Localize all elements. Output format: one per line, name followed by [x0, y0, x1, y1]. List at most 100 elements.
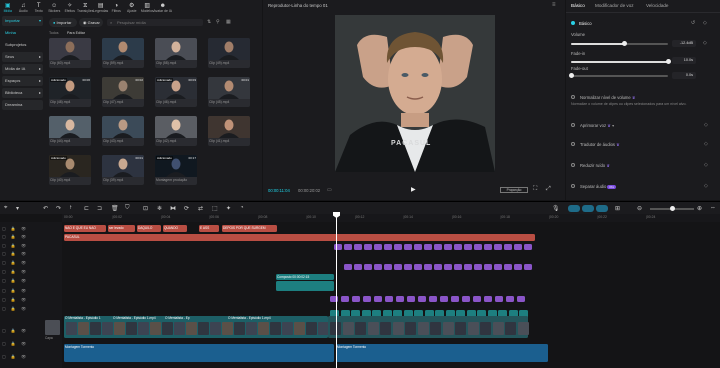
enhance-voice-checkbox[interactable] — [571, 123, 575, 127]
effect-clip[interactable] — [352, 296, 360, 302]
media-tile[interactable]: Adicionado Clip (40).mp4 — [49, 155, 91, 185]
toolbar-captions-button[interactable]: ▤ Legendas — [93, 0, 109, 15]
main-track-magnet-toggle[interactable] — [568, 205, 580, 212]
effect-clip[interactable] — [474, 244, 482, 250]
effect-clip[interactable] — [451, 296, 459, 302]
noise-reduce-checkbox[interactable] — [571, 163, 575, 167]
track-header-controls[interactable]: ▢ 🔒 👁 — [2, 278, 28, 283]
mic-icon[interactable]: 🎙 — [552, 205, 560, 212]
fadeout-slider[interactable] — [568, 73, 668, 78]
play-icon[interactable]: ▶ — [411, 186, 416, 193]
preview-axis-icon[interactable]: ⊞ — [615, 205, 620, 212]
effect-clip[interactable] — [341, 296, 349, 302]
media-tile[interactable]: Adicionado 00:17 Montagem produção — [155, 155, 197, 185]
toolbar-transitions-button[interactable]: ⧖ Transições — [77, 0, 93, 15]
effect-clip[interactable] — [434, 244, 442, 250]
toolbar-audio-button[interactable]: ♫ Áudio — [16, 0, 32, 15]
effect-clip[interactable] — [454, 264, 462, 270]
shield-icon[interactable]: ⛉ — [125, 205, 130, 212]
fadeout-slider-knob[interactable] — [568, 73, 574, 78]
resize-icon[interactable]: ⬚ — [212, 205, 218, 212]
fadein-slider[interactable] — [571, 59, 671, 64]
delete-icon[interactable]: 🗑 — [111, 205, 119, 212]
media-tile[interactable]: Clip (44).mp4 — [49, 116, 91, 146]
video-clip-label[interactable]: O Mentalista - Ep — [164, 316, 212, 321]
mirror-icon[interactable]: ⧓ — [170, 205, 176, 212]
track-header-controls[interactable]: ▢ 🔒 👁 — [2, 251, 28, 256]
separate-keyframe-icon[interactable]: ◇ — [704, 183, 708, 189]
effect-clip[interactable] — [444, 244, 452, 250]
toolbar-effects-button[interactable]: ✧ Efeitos — [62, 0, 78, 15]
effect-clip[interactable] — [495, 296, 503, 302]
track-header-controls[interactable]: ▢ 🔒 👁 — [2, 328, 28, 333]
zoom-slider[interactable] — [650, 206, 694, 211]
timeline-tracks[interactable]: NAO E QUE EU NAO ser levado DAQUILO QUANDO E… — [62, 222, 720, 368]
effect-clip[interactable] — [484, 296, 492, 302]
effect-clip[interactable] — [462, 296, 470, 302]
subtab-all[interactable]: Todos — [49, 31, 59, 35]
effect-clip[interactable] — [524, 264, 532, 270]
tool-dropdown-icon[interactable]: ▾ — [16, 205, 19, 212]
filter-icon[interactable]: ⚲ — [216, 19, 220, 25]
caption-clip[interactable]: E ASS — [199, 225, 219, 232]
effect-clip[interactable] — [404, 244, 412, 250]
effect-clip[interactable] — [429, 296, 437, 302]
effect-clip[interactable] — [514, 244, 522, 250]
video-clip-label[interactable]: O Mentalista - Episódio 1.mp4 — [227, 316, 327, 321]
effect-clip[interactable] — [444, 264, 452, 270]
video-clip-label[interactable]: O Mentalista - Episódio 1.mp4 — [112, 316, 160, 321]
video-clip-label[interactable]: O Mentalista - Episódio 1 — [64, 316, 112, 321]
keyframe-icon[interactable]: ◇ — [703, 20, 707, 26]
track-header-controls[interactable]: ▢ 🔒 👁 — [2, 288, 28, 293]
import-button[interactable]: ● Importar — [49, 18, 77, 27]
effect-clip[interactable] — [396, 296, 404, 302]
effect-clip[interactable] — [384, 264, 392, 270]
effect-clip[interactable] — [384, 244, 392, 250]
auto-snap-toggle[interactable] — [582, 205, 594, 212]
effect-clip[interactable] — [517, 296, 525, 302]
track-header-controls[interactable]: ▢ 🔒 👁 — [2, 269, 28, 274]
redo-icon[interactable]: ↷ — [56, 205, 61, 212]
split-icon[interactable]: ⟊ — [70, 205, 72, 212]
track-header-controls[interactable]: ▢ 🔒 👁 — [2, 234, 28, 239]
effect-clip[interactable] — [418, 296, 426, 302]
sidebar-item-6[interactable]: Biblioteca ▸ — [2, 88, 43, 98]
track-header-controls[interactable]: ▢ 🔒 👁 — [2, 226, 28, 231]
freeze-icon[interactable]: ❄ — [157, 205, 162, 212]
noise-keyframe-icon[interactable]: ◇ — [704, 162, 708, 168]
track-header-controls[interactable]: ▢ 🔒 👁 — [2, 243, 28, 248]
compound-clip[interactable]: Composto 00:00:02:15 — [276, 274, 334, 280]
translate-keyframe-icon[interactable]: ◇ — [704, 141, 708, 147]
track-header-controls[interactable]: ▢ 🔒 👁 — [2, 297, 28, 302]
search-input[interactable]: ⌕ Pesquisar mídia — [107, 19, 203, 26]
media-tile[interactable]: Clip (41).mp4 — [208, 116, 250, 146]
effect-clip[interactable] — [394, 264, 402, 270]
effect-clip[interactable] — [474, 264, 482, 270]
caption-clip[interactable]: ser levado — [108, 225, 135, 232]
fadeout-value[interactable]: 0.0s — [672, 72, 696, 79]
caption-clip[interactable]: NAO E QUE EU NAO — [64, 225, 106, 232]
audio-clip[interactable]: Montagem Tormento — [336, 344, 548, 362]
basic-section-toggle[interactable] — [571, 21, 575, 25]
normalize-checkbox[interactable] — [571, 95, 575, 99]
toolbar-media-button[interactable]: ▣ Mídia — [0, 0, 16, 15]
sidebar-item-2[interactable]: Subprojetos — [2, 40, 43, 50]
toolbar-stickers-button[interactable]: ☺ Stickers — [47, 0, 63, 15]
toolbar-adjust-button[interactable]: ⚙ Ajuste — [124, 0, 140, 15]
media-tile[interactable]: Clip (43).mp4 — [102, 116, 144, 146]
sidebar-item-5[interactable]: Espaços ▸ — [2, 76, 43, 86]
crop-icon[interactable]: ⊡ — [143, 205, 148, 212]
caption-clip[interactable]: DEPOIS POR QUE SURGEM — [222, 225, 277, 232]
effect-clip[interactable] — [414, 264, 422, 270]
zoom-out-icon[interactable]: ⊖ — [637, 205, 642, 212]
effect-clip[interactable] — [473, 296, 481, 302]
split-right-icon[interactable]: ⊐ — [97, 205, 102, 212]
reverse-icon[interactable]: ⇄ — [198, 205, 203, 212]
effect-clip[interactable] — [374, 244, 382, 250]
effect-clip[interactable] — [494, 244, 502, 250]
track-header-controls[interactable]: ▢ 🔒 👁 — [2, 306, 28, 311]
media-tile[interactable]: 00:01 Clip (39).mp4 — [102, 155, 144, 185]
effect-clip[interactable] — [414, 244, 422, 250]
media-tile[interactable]: Clip (60).mp4 — [49, 38, 91, 68]
cover-thumbnail[interactable] — [45, 320, 60, 335]
